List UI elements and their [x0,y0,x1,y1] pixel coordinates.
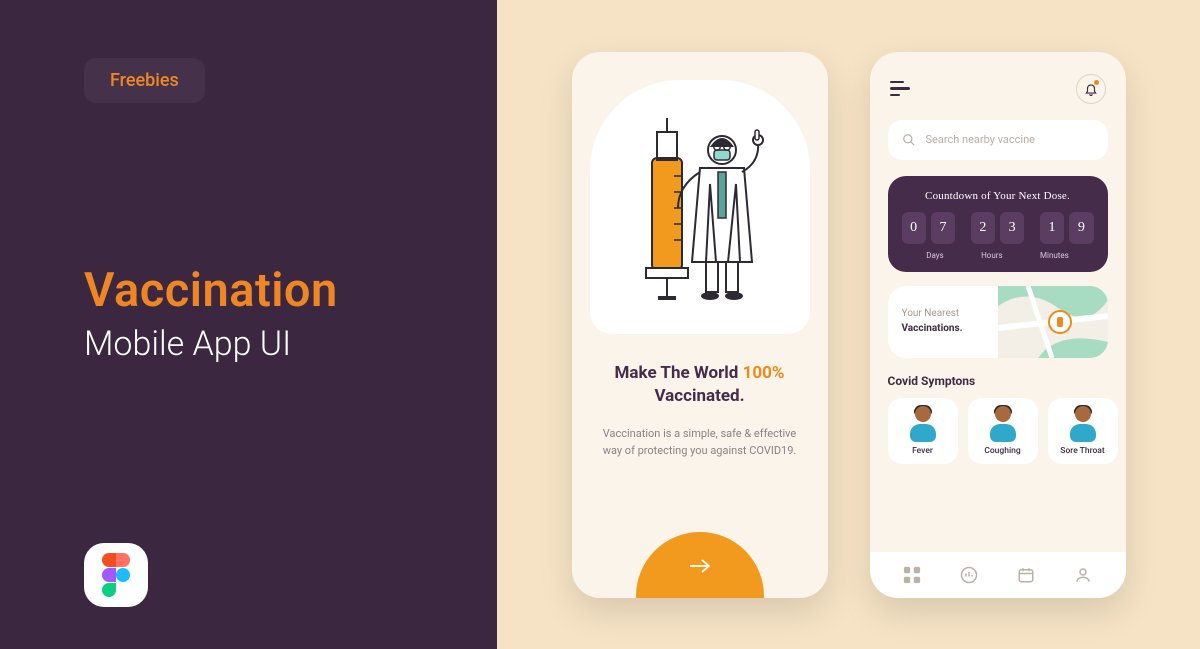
title-main: Vaccination [84,263,497,318]
notifications-button[interactable] [1076,74,1106,104]
search-icon [902,133,916,147]
symptom-card[interactable]: Fever [888,398,958,464]
user-icon [1074,566,1092,584]
onboarding-description: Vaccination is a simple, safe & effectiv… [590,425,810,459]
phone-onboarding: Make The World 100% Vaccinated. Vaccinat… [572,52,828,598]
title-subtitle: Mobile App UI [84,324,497,364]
digit: 3 [1000,212,1024,244]
heading-accent: 100% [743,363,785,383]
doctor-syringe-illustration [620,112,780,302]
heading-post: Vaccinated. [654,386,744,406]
countdown-labels: Days Hours Minutes [902,251,1094,260]
digit: 1 [1040,212,1064,244]
digit: 9 [1069,212,1093,244]
menu-icon[interactable] [890,81,910,97]
countdown-title: Countdown of Your Next Dose. [902,190,1094,202]
nav-stats[interactable] [956,562,982,588]
grid-icon [903,566,921,584]
title-block: Vaccination Mobile App UI [84,263,497,364]
arrow-right-icon [689,554,711,578]
freebies-badge: Freebies [84,58,205,103]
nearest-line1: Your Nearest [902,307,963,322]
label-hours: Hours [981,251,1003,260]
digit: 7 [931,212,955,244]
map-icon [998,286,1108,358]
figma-icon [101,553,131,597]
symptom-label: Coughing [984,446,1020,456]
chart-icon [960,566,978,584]
countdown-digits: 0 7 2 3 1 9 [902,212,1094,244]
label-days: Days [926,251,943,260]
notification-dot-icon [1094,80,1099,85]
nearest-line2: Vaccinations. [902,322,963,337]
search-input[interactable]: Search nearby vaccine [888,120,1108,160]
bottom-nav [870,552,1126,598]
heading-pre: Make The World [615,363,743,383]
label-minutes: Minutes [1040,251,1069,260]
symptom-label: Fever [912,446,933,456]
nav-home[interactable] [899,562,925,588]
promo-panel: Freebies Vaccination Mobile App UI [0,0,497,649]
onboarding-heading: Make The World 100% Vaccinated. [590,362,810,410]
symptom-card[interactable]: Sore Throat [1048,398,1118,464]
phone-dashboard: Search nearby vaccine Countdown of Your … [870,52,1126,598]
onboarding-illustration [590,80,810,334]
digit: 0 [902,212,926,244]
symptoms-row: Fever Coughing Sore Throat [888,398,1108,464]
search-placeholder: Search nearby vaccine [926,133,1036,146]
symptom-card[interactable]: Coughing [968,398,1038,464]
person-icon [1065,406,1101,442]
digit: 2 [971,212,995,244]
figma-logo [84,543,148,607]
symptoms-section-title: Covid Symptons [888,374,1108,388]
calendar-icon [1017,566,1035,584]
countdown-card: Countdown of Your Next Dose. 0 7 2 3 1 9… [888,176,1108,272]
person-icon [905,406,941,442]
nav-profile[interactable] [1070,562,1096,588]
person-icon [985,406,1021,442]
nav-calendar[interactable] [1013,562,1039,588]
nearest-vaccinations-card[interactable]: Your Nearest Vaccinations. [888,286,1108,358]
symptom-label: Sore Throat [1060,446,1104,456]
mockup-panel: Make The World 100% Vaccinated. Vaccinat… [497,0,1200,649]
